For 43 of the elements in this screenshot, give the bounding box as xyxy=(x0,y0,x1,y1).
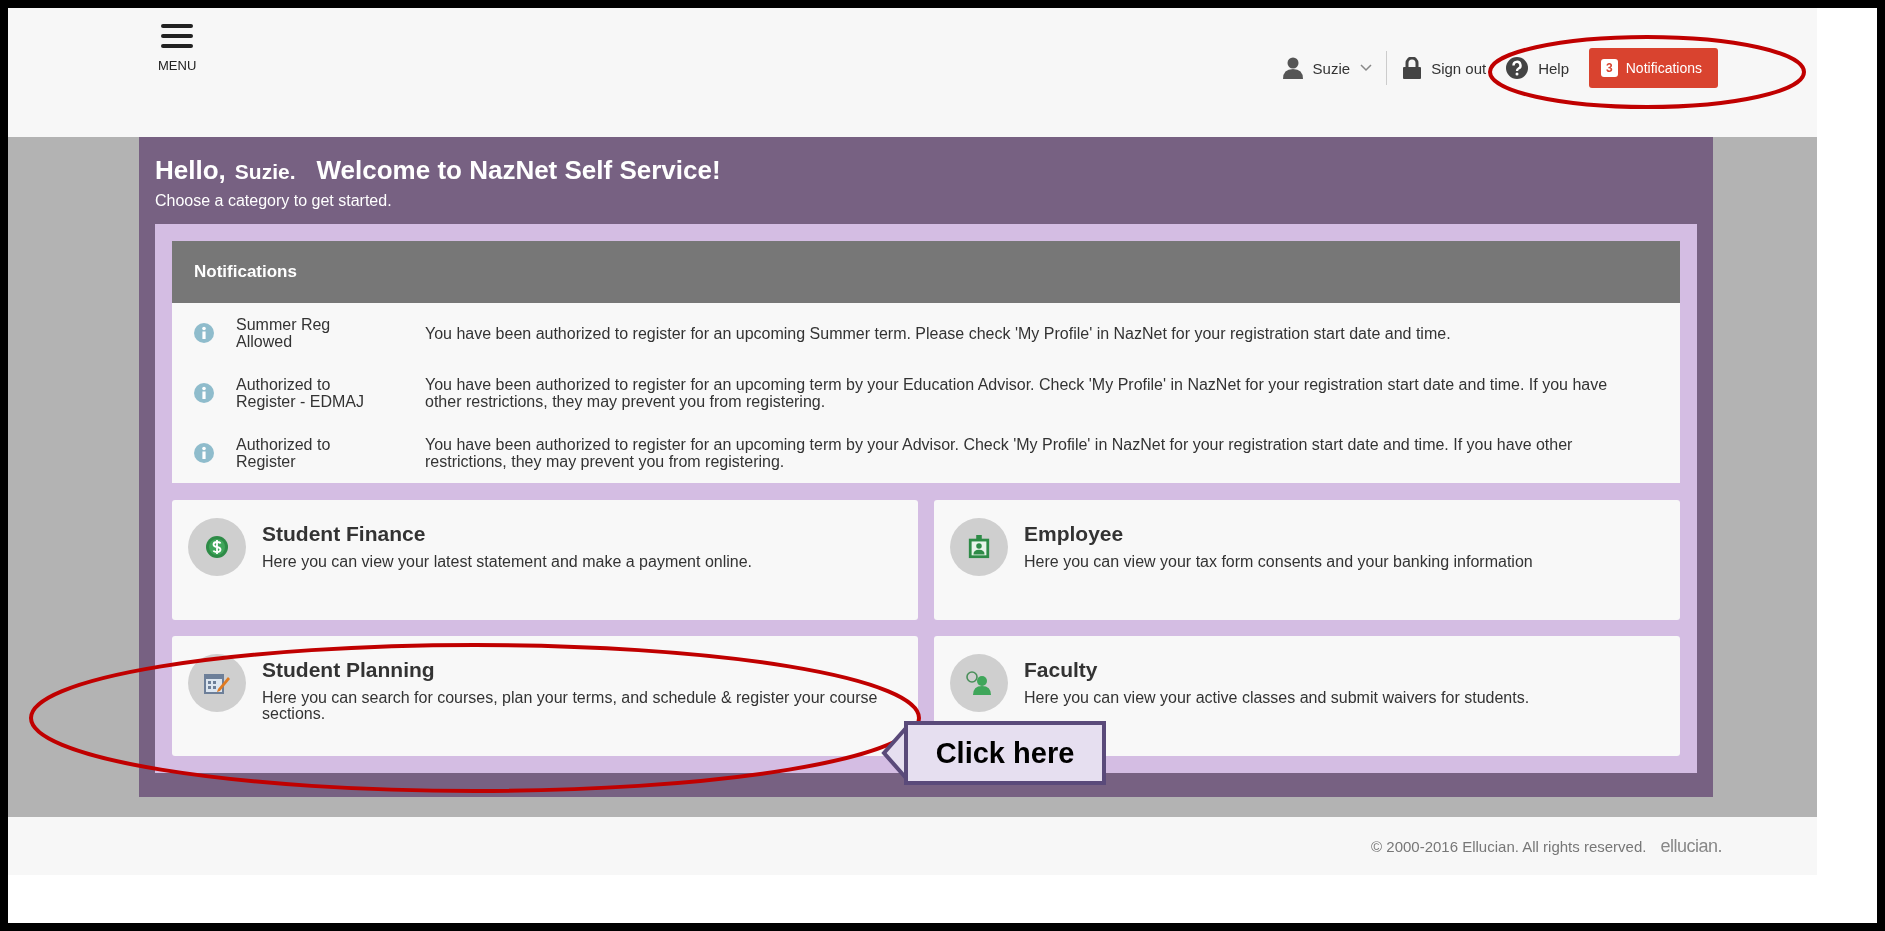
category-title[interactable]: Employee xyxy=(1024,522,1533,546)
user-icon xyxy=(1282,57,1303,79)
notification-title: Summer Reg Allowed xyxy=(236,316,332,350)
info-icon xyxy=(194,443,214,463)
notification-count: 3 xyxy=(1601,59,1618,77)
sign-out-link[interactable]: Sign out xyxy=(1431,59,1487,77)
welcome-title: Welcome to NazNet Self Service! xyxy=(316,155,721,186)
notification-title: Authorized to Register - EDMAJ xyxy=(236,376,366,410)
copyright-text: © 2000-2016 Ellucian. All rights reserved. xyxy=(1371,837,1647,855)
lock-icon xyxy=(1403,57,1422,79)
person-chat-icon xyxy=(966,671,992,695)
greeting: Hello, xyxy=(155,155,226,186)
chevron-down-icon[interactable] xyxy=(1360,64,1373,72)
help-link[interactable]: Help xyxy=(1538,59,1570,77)
notifications-label: Notifications xyxy=(1625,60,1702,76)
category-tile[interactable]: Employee Here you can view your tax form consents and your banking information xyxy=(934,500,1680,620)
category-description: Here you can view your active classes and submit waivers for students. xyxy=(1024,690,1530,706)
notifications-button[interactable]: 3 Notifications xyxy=(1589,48,1718,88)
notifications-header: Notifications xyxy=(172,241,1680,303)
category-tile[interactable]: Student Planning Here you can search for courses, plan your terms, and schedule & register your course sections. xyxy=(172,636,918,756)
category-description: Here you can view your tax form consents and your banking information xyxy=(1024,554,1533,570)
info-icon xyxy=(194,383,214,403)
dollar-coin-icon xyxy=(204,535,230,559)
category-title[interactable]: Faculty xyxy=(1024,658,1530,682)
notification-message: You have been authorized to register for an upcoming term by your Advisor. Check 'My Profile' in NazNet for your registration start date and time. If you have other restrictions, they may prevent you from registering. xyxy=(425,436,1574,470)
category-title[interactable]: Student Finance xyxy=(262,522,753,546)
ellucian-logo: ellucian. xyxy=(1660,835,1722,857)
category-description: Here you can search for courses, plan your terms, and schedule & register your course sections. xyxy=(262,690,879,722)
category-description: Here you can view your latest statement and make a payment online. xyxy=(262,554,753,570)
calendar-icon xyxy=(204,671,230,695)
menu-icon[interactable] xyxy=(161,24,194,48)
category-title[interactable]: Student Planning xyxy=(262,658,882,682)
info-icon xyxy=(194,323,214,343)
help-icon[interactable] xyxy=(1506,57,1529,79)
user-name: Suzie. xyxy=(234,160,296,184)
notification-title: Authorized to Register xyxy=(236,436,332,470)
user-name[interactable]: Suzie xyxy=(1312,59,1351,77)
id-badge-icon xyxy=(966,535,992,559)
menu-label[interactable]: MENU xyxy=(158,58,197,73)
category-tile[interactable]: Student Finance Here you can view your latest statement and make a payment online. xyxy=(172,500,918,620)
welcome-subtitle: Choose a category to get started. xyxy=(155,192,393,210)
notification-message: You have been authorized to register for an upcoming Summer term. Please check 'My Profile' in NazNet for your registration start date and time. xyxy=(425,324,1451,342)
notification-message: You have been authorized to register for an upcoming term by your Education Advisor. Check 'My Profile' in NazNet for your registration start date and time. If you have other restrictions, they may prevent you from registering. xyxy=(425,376,1609,410)
